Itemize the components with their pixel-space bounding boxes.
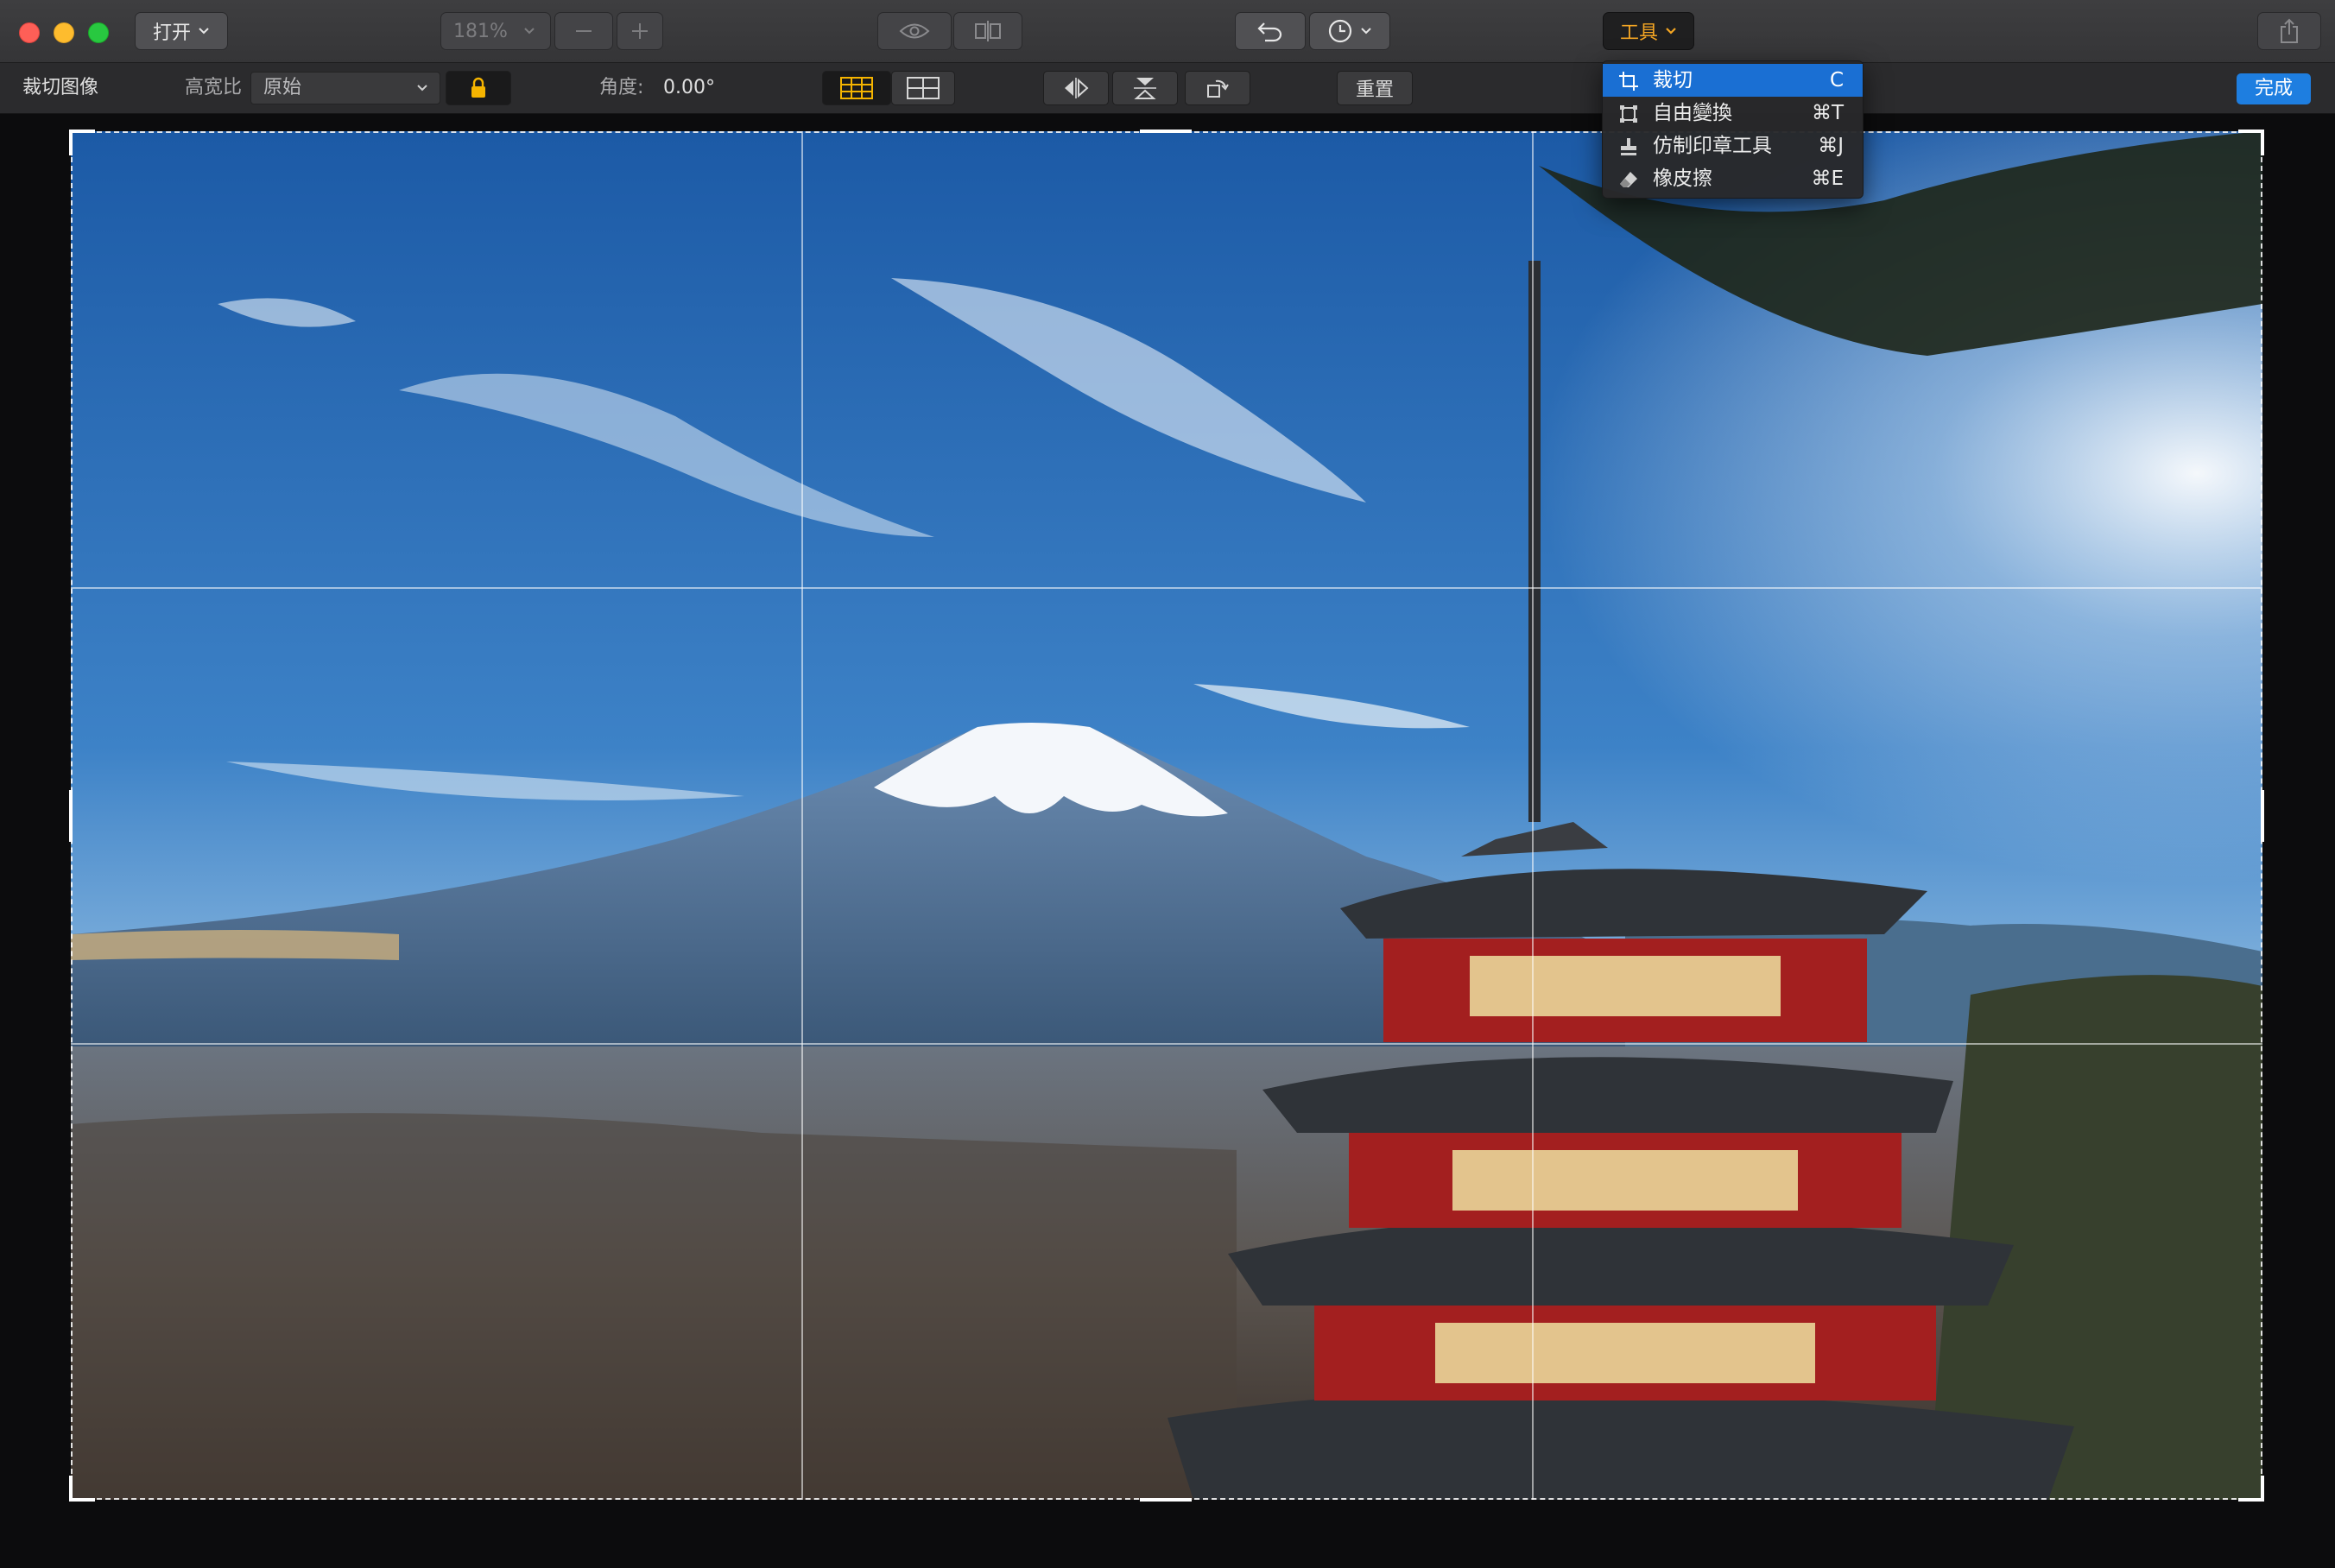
eye-icon (899, 23, 930, 39)
crop-handle-bottom-left[interactable] (69, 1476, 73, 1502)
crop-toolbar: 裁切图像 高宽比 原始 角度: 0.00° 重置 完成 (0, 63, 2335, 114)
undo-button[interactable] (1235, 12, 1306, 50)
transform-icon (1620, 105, 1637, 123)
clock-icon (1328, 19, 1352, 43)
minimize-window-button[interactable] (54, 22, 74, 43)
grid-quarters-button[interactable] (891, 71, 955, 105)
menu-item-shortcut: ⌘E (1811, 168, 1844, 190)
chevron-down-icon (523, 27, 535, 35)
grid-thirds-button[interactable] (822, 71, 891, 105)
aspect-ratio-value: 原始 (263, 77, 302, 98)
compare-button[interactable] (953, 12, 1022, 50)
crop-handle-top-right[interactable] (2261, 130, 2264, 155)
zoom-level: 181% (453, 20, 508, 42)
crop-handle-top-left[interactable] (69, 130, 95, 133)
share-button[interactable] (2257, 12, 2321, 50)
done-button[interactable]: 完成 (2237, 73, 2311, 104)
chevron-down-icon (415, 73, 429, 114)
menu-item-eraser[interactable]: 橡皮擦 ⌘E (1603, 162, 1863, 195)
preview-button[interactable] (877, 12, 952, 50)
aspect-ratio-select[interactable]: 原始 (250, 72, 440, 104)
toolbar-title: 裁切图像 (22, 77, 99, 98)
open-button[interactable]: 打开 (135, 12, 228, 50)
flip-vertical-button[interactable] (1112, 71, 1178, 105)
lock-icon (471, 77, 485, 98)
reset-button-label: 重置 (1355, 79, 1394, 101)
crop-handle-bottom[interactable] (1140, 1498, 1192, 1502)
crop-handle-bottom-right[interactable] (2261, 1476, 2264, 1502)
flip-vertical-icon (1134, 78, 1156, 99)
chevron-down-icon (1360, 27, 1372, 35)
lock-aspect-button[interactable] (446, 71, 511, 105)
crop-handle-left[interactable] (69, 790, 73, 842)
rotate-icon (1207, 79, 1229, 98)
crop-handle-bottom-left[interactable] (69, 1498, 95, 1502)
menu-item-shortcut: C (1829, 69, 1844, 92)
chevron-down-icon (198, 27, 210, 35)
maximize-window-button[interactable] (88, 22, 109, 43)
menu-item-label: 仿制印章工具 (1653, 135, 1772, 157)
grid-2x2-icon (907, 77, 940, 99)
menu-item-label: 橡皮擦 (1653, 168, 1712, 190)
zoom-select[interactable]: 181% (440, 12, 551, 50)
crop-handle-top[interactable] (1140, 130, 1192, 133)
menu-item-label: 自由變換 (1653, 102, 1732, 124)
crop-icon (1619, 72, 1638, 91)
crop-handle-right[interactable] (2261, 790, 2264, 842)
menu-item-crop[interactable]: 裁切 C (1603, 64, 1863, 97)
close-window-button[interactable] (19, 22, 40, 43)
crop-handle-top-left[interactable] (69, 130, 73, 155)
minus-icon (576, 30, 592, 32)
zoom-in-button[interactable] (617, 12, 663, 50)
angle-value[interactable]: 0.00° (663, 63, 715, 113)
tools-menu-label: 工具 (1619, 22, 1658, 44)
eraser-icon (1620, 172, 1637, 187)
chevron-down-icon (1665, 27, 1677, 35)
split-view-icon (975, 21, 1001, 41)
flip-horizontal-button[interactable] (1043, 71, 1109, 105)
angle-label: 角度: (599, 77, 644, 98)
menu-item-free-transform[interactable]: 自由變換 ⌘T (1603, 97, 1863, 130)
undo-icon (1257, 22, 1282, 42)
aspect-ratio-label: 高宽比 (185, 77, 243, 98)
title-bar: 打开 181% 工具 (0, 0, 2335, 63)
crop-frame[interactable] (71, 131, 2262, 1500)
open-button-label: 打开 (152, 22, 191, 44)
menu-item-clone-stamp[interactable]: 仿制印章工具 ⌘J (1603, 130, 1863, 162)
plus-icon (632, 23, 648, 39)
menu-item-label: 裁切 (1653, 69, 1693, 92)
menu-item-shortcut: ⌘T (1811, 102, 1844, 124)
reset-button[interactable]: 重置 (1337, 71, 1413, 105)
grid-3x3-icon (840, 77, 873, 99)
rotate-button[interactable] (1185, 71, 1250, 105)
flip-horizontal-icon (1065, 78, 1089, 98)
menu-item-shortcut: ⌘J (1818, 135, 1844, 157)
tools-dropdown-menu: 裁切 C 自由變換 ⌘T 仿制印章工具 ⌘J 橡皮擦 ⌘E (1602, 60, 1864, 199)
zoom-out-button[interactable] (554, 12, 613, 50)
history-button[interactable] (1309, 12, 1390, 50)
tools-menu-button[interactable]: 工具 (1603, 12, 1694, 50)
share-icon (2281, 18, 2298, 43)
stamp-icon (1621, 138, 1636, 155)
